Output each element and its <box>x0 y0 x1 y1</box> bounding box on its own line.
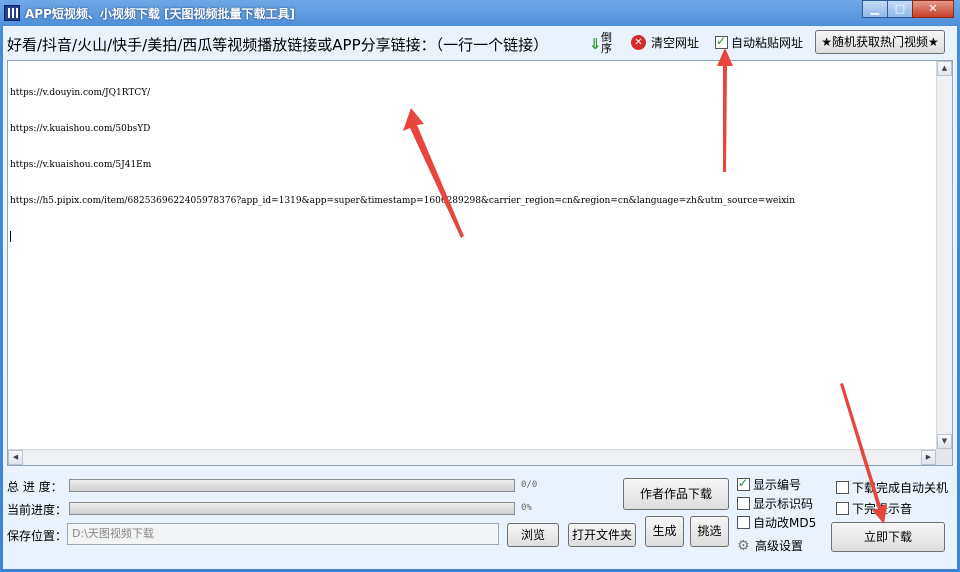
red-x-icon: ✕ <box>631 35 646 50</box>
advanced-settings-label: 高级设置 <box>755 539 804 553</box>
finish-sound-label: 下完提示音 <box>852 502 913 516</box>
scroll-left-icon[interactable]: ◀ <box>8 450 23 465</box>
close-icon: ✕ <box>928 2 938 15</box>
auto-shutdown-checkbox[interactable]: 下载完成自动关机 <box>836 479 948 496</box>
maximize-icon: □ <box>894 2 906 15</box>
current-progress-label: 当前进度： <box>7 503 68 517</box>
auto-md5-check[interactable] <box>737 516 750 529</box>
links-text[interactable]: https://v.douyin.com/JQ1RTCY/ https://v.… <box>10 63 930 449</box>
window-controls: ▁ □ ✕ <box>862 0 954 18</box>
text-caret <box>10 231 11 242</box>
clear-urls-label: 清空网址 <box>651 36 700 50</box>
finish-sound-checkbox[interactable]: 下完提示音 <box>836 500 912 517</box>
horizontal-scrollbar[interactable]: ◀ ▶ <box>8 449 936 465</box>
auto-paste-checkbox[interactable]: 自动粘贴网址 <box>715 34 803 51</box>
app-icon <box>4 5 20 21</box>
scroll-corner <box>936 449 952 465</box>
clear-urls-button[interactable]: ✕ 清空网址 <box>631 34 699 51</box>
current-progress-value: 0% <box>521 503 532 513</box>
total-progress-label: 总 进 度： <box>7 480 63 494</box>
download-now-button[interactable]: 立即下载 <box>831 522 945 552</box>
links-textarea[interactable]: https://v.douyin.com/JQ1RTCY/ https://v.… <box>7 60 953 466</box>
minimize-icon: ▁ <box>870 2 880 15</box>
show-number-checkbox[interactable]: 显示编号 <box>737 476 801 493</box>
link-line: https://v.douyin.com/JQ1RTCY/ <box>10 88 151 98</box>
show-number-check[interactable] <box>737 476 750 491</box>
total-progress-bar <box>69 479 515 492</box>
random-hot-videos-button[interactable]: ★随机获取热门视频★ <box>815 30 945 54</box>
maximize-button[interactable]: □ <box>887 0 913 18</box>
auto-paste-check[interactable] <box>715 34 728 49</box>
auto-md5-checkbox[interactable]: 自动改MD5 <box>737 514 816 531</box>
save-location-label: 保存位置： <box>7 529 68 543</box>
links-prompt: 好看/抖音/火山/快手/美拍/西瓜等视频播放链接或APP分享链接：（一行一个链接… <box>7 36 549 54</box>
auto-md5-label: 自动改MD5 <box>753 516 817 530</box>
link-line: https://v.kuaishou.com/5J41Em <box>10 160 152 170</box>
open-folder-button[interactable]: 打开文件夹 <box>568 523 636 547</box>
scroll-up-icon[interactable]: ▲ <box>937 61 952 76</box>
scroll-right-icon[interactable]: ▶ <box>921 450 936 465</box>
link-line: https://h5.pipix.com/item/68253696224059… <box>10 196 795 206</box>
link-line: https://v.kuaishou.com/50bsYD <box>10 124 151 134</box>
pick-button[interactable]: 挑选 <box>690 516 729 547</box>
window-title: APP短视频、小视频下载 [天图视频批量下载工具] <box>25 7 296 21</box>
current-progress-bar <box>69 502 515 515</box>
show-id-label: 显示标识码 <box>753 497 814 511</box>
down-arrow-icon: ⇓ <box>589 35 602 53</box>
minimize-button[interactable]: ▁ <box>862 0 888 18</box>
finish-sound-check[interactable] <box>836 502 849 515</box>
reverse-order-button[interactable]: ⇓ 倒序 <box>587 30 617 56</box>
title-bar[interactable]: APP短视频、小视频下载 [天图视频批量下载工具] ▁ □ ✕ <box>0 0 960 26</box>
app-window: APP短视频、小视频下载 [天图视频批量下载工具] ▁ □ ✕ 好看/抖音/火山… <box>0 0 960 572</box>
total-progress-value: 0/0 <box>521 480 538 490</box>
browse-button[interactable]: 浏览 <box>507 523 559 547</box>
auto-shutdown-label: 下载完成自动关机 <box>852 481 949 495</box>
show-number-label: 显示编号 <box>753 478 802 492</box>
auto-paste-label: 自动粘贴网址 <box>731 36 804 50</box>
advanced-settings-button[interactable]: ⚙ 高级设置 <box>737 537 803 554</box>
auto-shutdown-check[interactable] <box>836 481 849 494</box>
vertical-scrollbar[interactable]: ▲ ▼ <box>936 61 952 449</box>
show-id-checkbox[interactable]: 显示标识码 <box>737 495 813 512</box>
reverse-label: 倒序 <box>601 31 612 55</box>
scroll-down-icon[interactable]: ▼ <box>937 434 952 449</box>
author-works-download-button[interactable]: 作者作品下载 <box>623 478 729 510</box>
close-button[interactable]: ✕ <box>912 0 954 18</box>
main-panel: 好看/抖音/火山/快手/美拍/西瓜等视频播放链接或APP分享链接：（一行一个链接… <box>3 26 957 569</box>
save-path-input[interactable]: D:\天图视频下载 <box>67 523 499 545</box>
gear-icon: ⚙ <box>737 537 750 554</box>
generate-button[interactable]: 生成 <box>645 516 684 547</box>
show-id-check[interactable] <box>737 497 750 510</box>
